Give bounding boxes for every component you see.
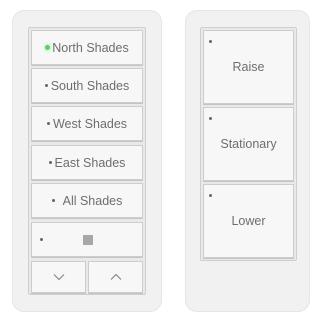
led-indicator	[44, 84, 48, 87]
shade-control-keypad: Raise Stationary Lower	[185, 10, 310, 312]
led-indicator	[46, 122, 50, 125]
stop-square-icon	[83, 234, 93, 245]
stationary-label: Stationary	[220, 137, 277, 151]
lower-label: Lower	[231, 214, 266, 228]
east-shades-button[interactable]: East Shades	[31, 145, 143, 180]
west-shades-button[interactable]: West Shades	[31, 106, 143, 141]
raise-button[interactable]: Raise	[203, 30, 294, 104]
raise-arrow-button[interactable]	[88, 261, 143, 293]
all-shades-button[interactable]: All Shades	[31, 183, 143, 218]
stationary-button[interactable]: Stationary	[203, 107, 294, 181]
raise-lower-row	[31, 261, 143, 293]
west-shades-label: West Shades	[52, 116, 128, 131]
led-indicator	[40, 238, 43, 241]
active-led-indicator	[45, 45, 51, 50]
chevron-down-icon	[53, 274, 64, 281]
east-shades-label: East Shades	[54, 155, 126, 170]
south-shades-label: South Shades	[50, 78, 130, 93]
raise-label: Raise	[232, 60, 265, 74]
shade-group-button-frame: North Shades South Shades West Shades Ea…	[28, 27, 146, 295]
lower-arrow-button[interactable]	[31, 261, 86, 293]
stop-button[interactable]	[31, 222, 143, 257]
led-indicator	[209, 194, 212, 197]
shade-group-keypad: North Shades South Shades West Shades Ea…	[12, 10, 162, 312]
south-shades-button[interactable]: South Shades	[31, 68, 143, 103]
north-shades-button[interactable]: North Shades	[31, 30, 143, 65]
led-indicator	[209, 40, 212, 43]
shade-control-button-frame: Raise Stationary Lower	[200, 27, 297, 261]
north-shades-label: North Shades	[52, 40, 129, 55]
led-indicator	[209, 117, 212, 120]
chevron-up-icon	[110, 273, 121, 280]
led-indicator	[48, 161, 52, 164]
lower-button[interactable]: Lower	[203, 184, 294, 258]
all-shades-label: All Shades	[62, 193, 123, 208]
led-indicator	[51, 199, 55, 202]
